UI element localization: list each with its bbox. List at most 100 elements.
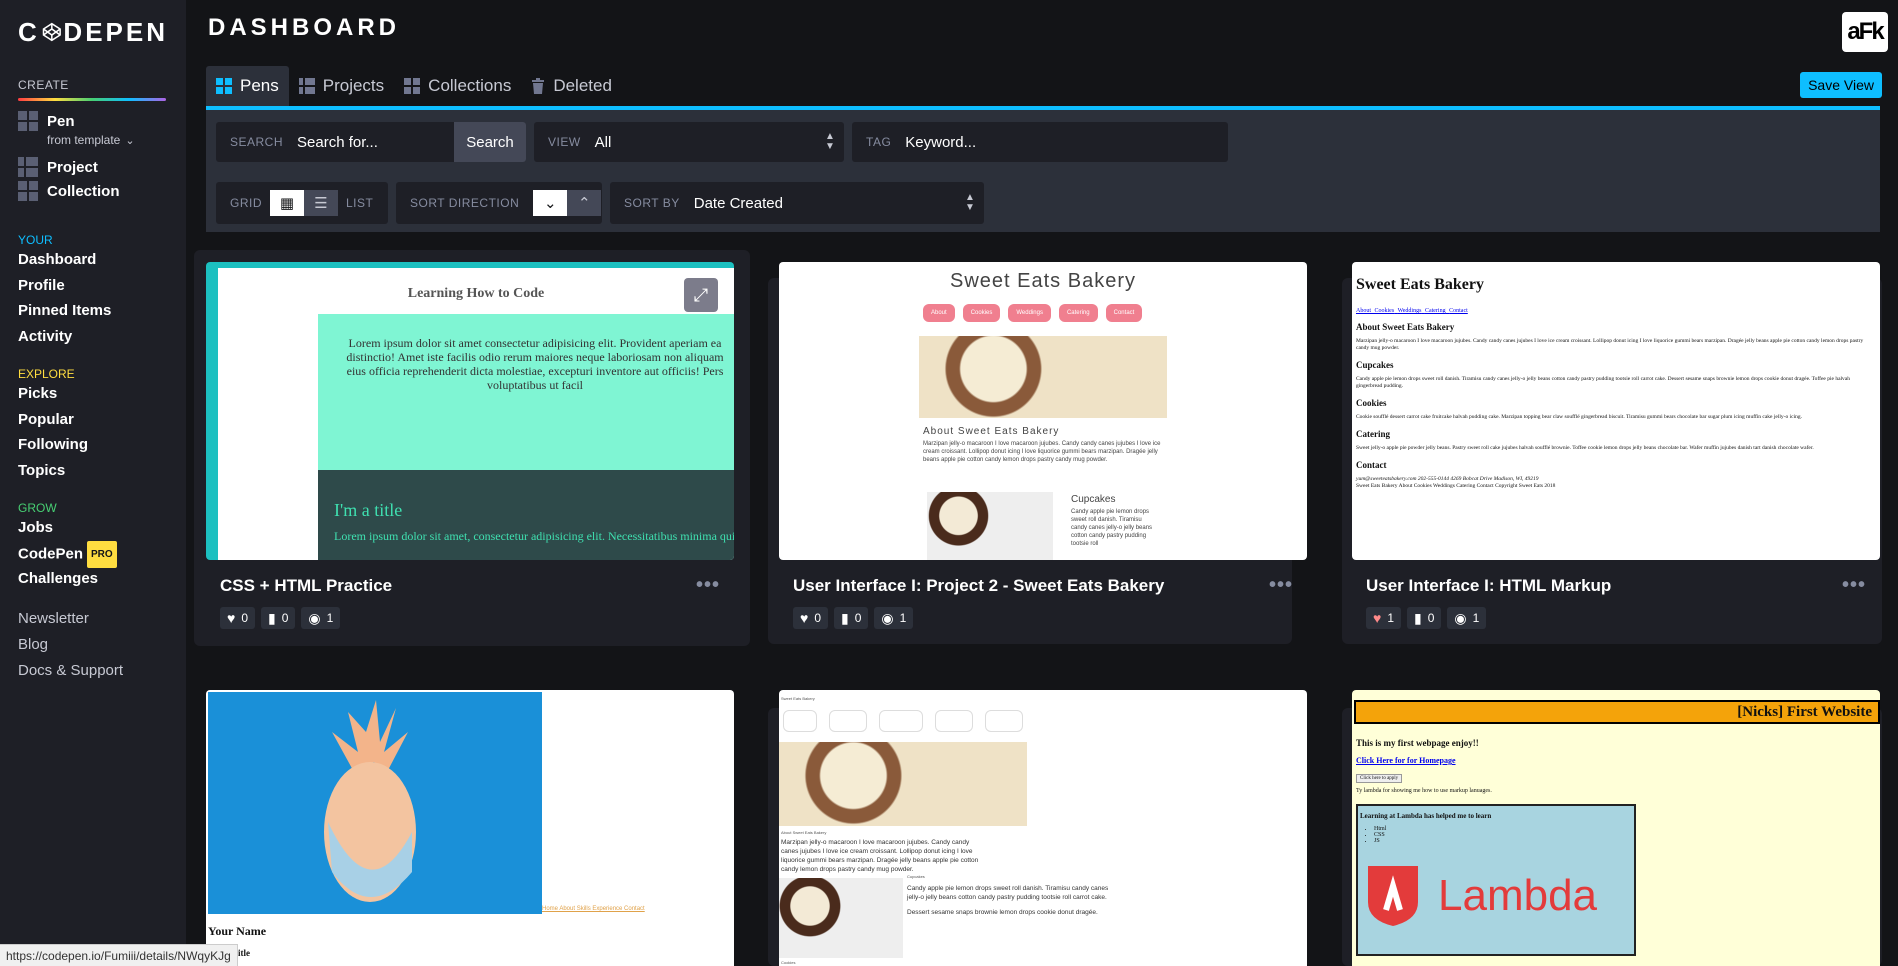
lambda-logo: Lambda (1366, 864, 1597, 928)
sort-ascending-icon[interactable]: ⌃ (567, 190, 602, 216)
like-button[interactable]: ♥ 0 (220, 607, 255, 629)
preview-heading: Sweet Eats Bakery (1356, 276, 1484, 293)
create-collection-link[interactable]: Collection (18, 179, 168, 203)
nav-profile[interactable]: Profile (18, 273, 168, 299)
comment-button[interactable]: ▮ 0 (261, 607, 296, 629)
preview-text: Lorem ipsum dolor sit amet, consectetur … (334, 529, 734, 543)
like-button[interactable]: ♥ 1 (1366, 607, 1401, 629)
preview-nav-item: Contact (1449, 308, 1468, 314)
pen-preview[interactable]: Home About Skills Experience Contact You… (206, 690, 734, 966)
nav-pinned-items[interactable]: Pinned Items (18, 298, 168, 324)
nav-jobs[interactable]: Jobs (18, 515, 168, 541)
pen-title[interactable]: User Interface I: HTML Markup (1366, 576, 1611, 596)
pen-stats: ♥ 0 ▮ 0 ◉ 1 (220, 607, 341, 629)
comment-button[interactable]: ▮ 0 (834, 607, 869, 629)
preview-text: yum@sweeteatsbakery.com 202-555-0144 426… (1356, 476, 1539, 482)
nav-popular[interactable]: Popular (18, 407, 168, 433)
search-button[interactable]: Search (454, 122, 526, 162)
like-count: 0 (814, 611, 821, 625)
preview-hero: Lorem ipsum dolor sit amet consectetur a… (318, 314, 734, 470)
views-stat[interactable]: ◉ 1 (1447, 607, 1487, 629)
sort-descending-icon[interactable]: ⌄ (533, 190, 568, 216)
nav-dashboard[interactable]: Dashboard (18, 247, 168, 273)
tab-projects[interactable]: Projects (289, 66, 394, 106)
sort-by-select[interactable]: SORT BY Date Created ▲ ▼ (610, 182, 984, 224)
create-pen-link[interactable]: Pen (18, 109, 168, 133)
tag-input[interactable]: Keyword... (905, 134, 976, 151)
pen-title[interactable]: CSS + HTML Practice (220, 576, 392, 596)
search-input[interactable]: Search for... (297, 134, 378, 151)
nav-activity[interactable]: Activity (18, 324, 168, 350)
preview-subheading: Cookies (781, 960, 796, 965)
view-select[interactable]: VIEW All ▲ ▼ (534, 122, 844, 162)
like-count: 0 (241, 611, 248, 625)
expand-icon[interactable]: ⤢ (684, 278, 718, 312)
create-project-link[interactable]: Project (18, 155, 168, 179)
codepen-logo[interactable]: C DEPEN (18, 17, 168, 47)
like-button[interactable]: ♥ 0 (793, 607, 828, 629)
collection-icon (18, 181, 38, 201)
heart-icon: ♥ (800, 610, 809, 626)
pen-title[interactable]: User Interface I: Project 2 - Sweet Eats… (793, 576, 1164, 596)
nav-challenges[interactable]: Challenges (18, 566, 168, 592)
preview-text: Lorem ipsum dolor sit amet consectetur a… (346, 336, 724, 392)
search-label: SEARCH (230, 135, 284, 149)
tab-collections[interactable]: Collections (394, 66, 521, 106)
create-gradient-divider (18, 98, 166, 101)
tab-deleted-label: Deleted (553, 76, 612, 95)
nav-docs-support[interactable]: Docs & Support (18, 658, 168, 684)
cupcakes-image (927, 492, 1053, 560)
view-count: 1 (326, 611, 334, 625)
more-options-icon[interactable]: ••• (696, 574, 720, 597)
pen-preview[interactable]: Learning How to Code Lorem ipsum dolor s… (206, 262, 734, 560)
pen-icon (18, 111, 38, 131)
nav-codepen-pro[interactable]: CodePen PRO (18, 540, 168, 568)
save-view-button[interactable]: Save View (1800, 72, 1882, 98)
search-field: SEARCH Search for... Search (216, 122, 526, 162)
codepen-cube-icon (42, 22, 61, 42)
tab-deleted[interactable]: Deleted (521, 66, 622, 106)
sort-direction: SORT DIRECTION ⌄ ⌃ (396, 182, 602, 224)
comment-button[interactable]: ▮ 0 (1407, 607, 1442, 629)
pen-preview[interactable]: Sweet Eats Bakery About Cookies Weddings… (1352, 262, 1880, 560)
create-collection-label: Collection (47, 182, 120, 200)
your-group-title: YOUR (18, 233, 53, 247)
preview-button: Click here to apply (1356, 774, 1403, 783)
grow-group-title: GROW (18, 501, 57, 515)
list-view-icon[interactable]: ☰ (304, 190, 338, 216)
preview-subheading: Contact (1356, 460, 1387, 470)
create-pen-label: Pen (47, 112, 75, 130)
trash-icon (532, 78, 545, 94)
tab-pens-label: Pens (240, 76, 279, 95)
preview-heading: Sweet Eats Bakery (781, 696, 815, 701)
views-stat[interactable]: ◉ 1 (874, 607, 914, 629)
preview-text: Candy apple pie lemon drops sweet roll d… (1071, 509, 1153, 547)
preview-nav: About Cookies Weddings Catering Contact (923, 304, 1143, 322)
avatar[interactable]: aFk (1842, 12, 1888, 52)
views-stat[interactable]: ◉ 1 (301, 607, 341, 629)
more-options-icon[interactable]: ••• (1842, 574, 1866, 597)
pen-preview[interactable]: Sweet Eats Bakery About Sweet Eats Baker… (779, 690, 1307, 966)
nav-newsletter[interactable]: Newsletter (18, 606, 168, 632)
status-bar-url: https://codepen.io/Fumiii/details/NWqyKJ… (0, 944, 238, 966)
chevron-down-icon: ⌄ (125, 134, 135, 147)
pen-stats: ♥ 0 ▮ 0 ◉ 1 (793, 607, 914, 629)
more-options-icon[interactable]: ••• (1269, 574, 1293, 597)
sort-direction-label: SORT DIRECTION (410, 196, 520, 210)
preview-nav-item: Contact (1105, 304, 1143, 322)
preview-text: This is my first webpage enjoy!! (1356, 738, 1479, 748)
nav-topics[interactable]: Topics (18, 458, 168, 484)
from-template-dropdown[interactable]: from template ⌄ (47, 133, 168, 147)
nav-picks[interactable]: Picks (18, 381, 168, 407)
grid-view-icon[interactable]: ▦ (270, 190, 304, 216)
pen-preview[interactable]: [Nicks] First Website This is my first w… (1352, 690, 1880, 966)
tab-pens[interactable]: Pens (206, 66, 289, 106)
pen-card: Sweet Eats Bakery About Cookies Weddings… (779, 262, 1317, 650)
nav-blog[interactable]: Blog (18, 632, 168, 658)
nav-following[interactable]: Following (18, 432, 168, 458)
preview-section: I'm a title Lorem ipsum dolor sit amet, … (318, 470, 734, 560)
eye-icon: ◉ (881, 609, 894, 626)
sidebar: C DEPEN CREATE Pen from template ⌄ Proje… (0, 0, 186, 966)
view-count: 1 (899, 611, 907, 625)
pen-preview[interactable]: Sweet Eats Bakery About Cookies Weddings… (779, 262, 1307, 560)
